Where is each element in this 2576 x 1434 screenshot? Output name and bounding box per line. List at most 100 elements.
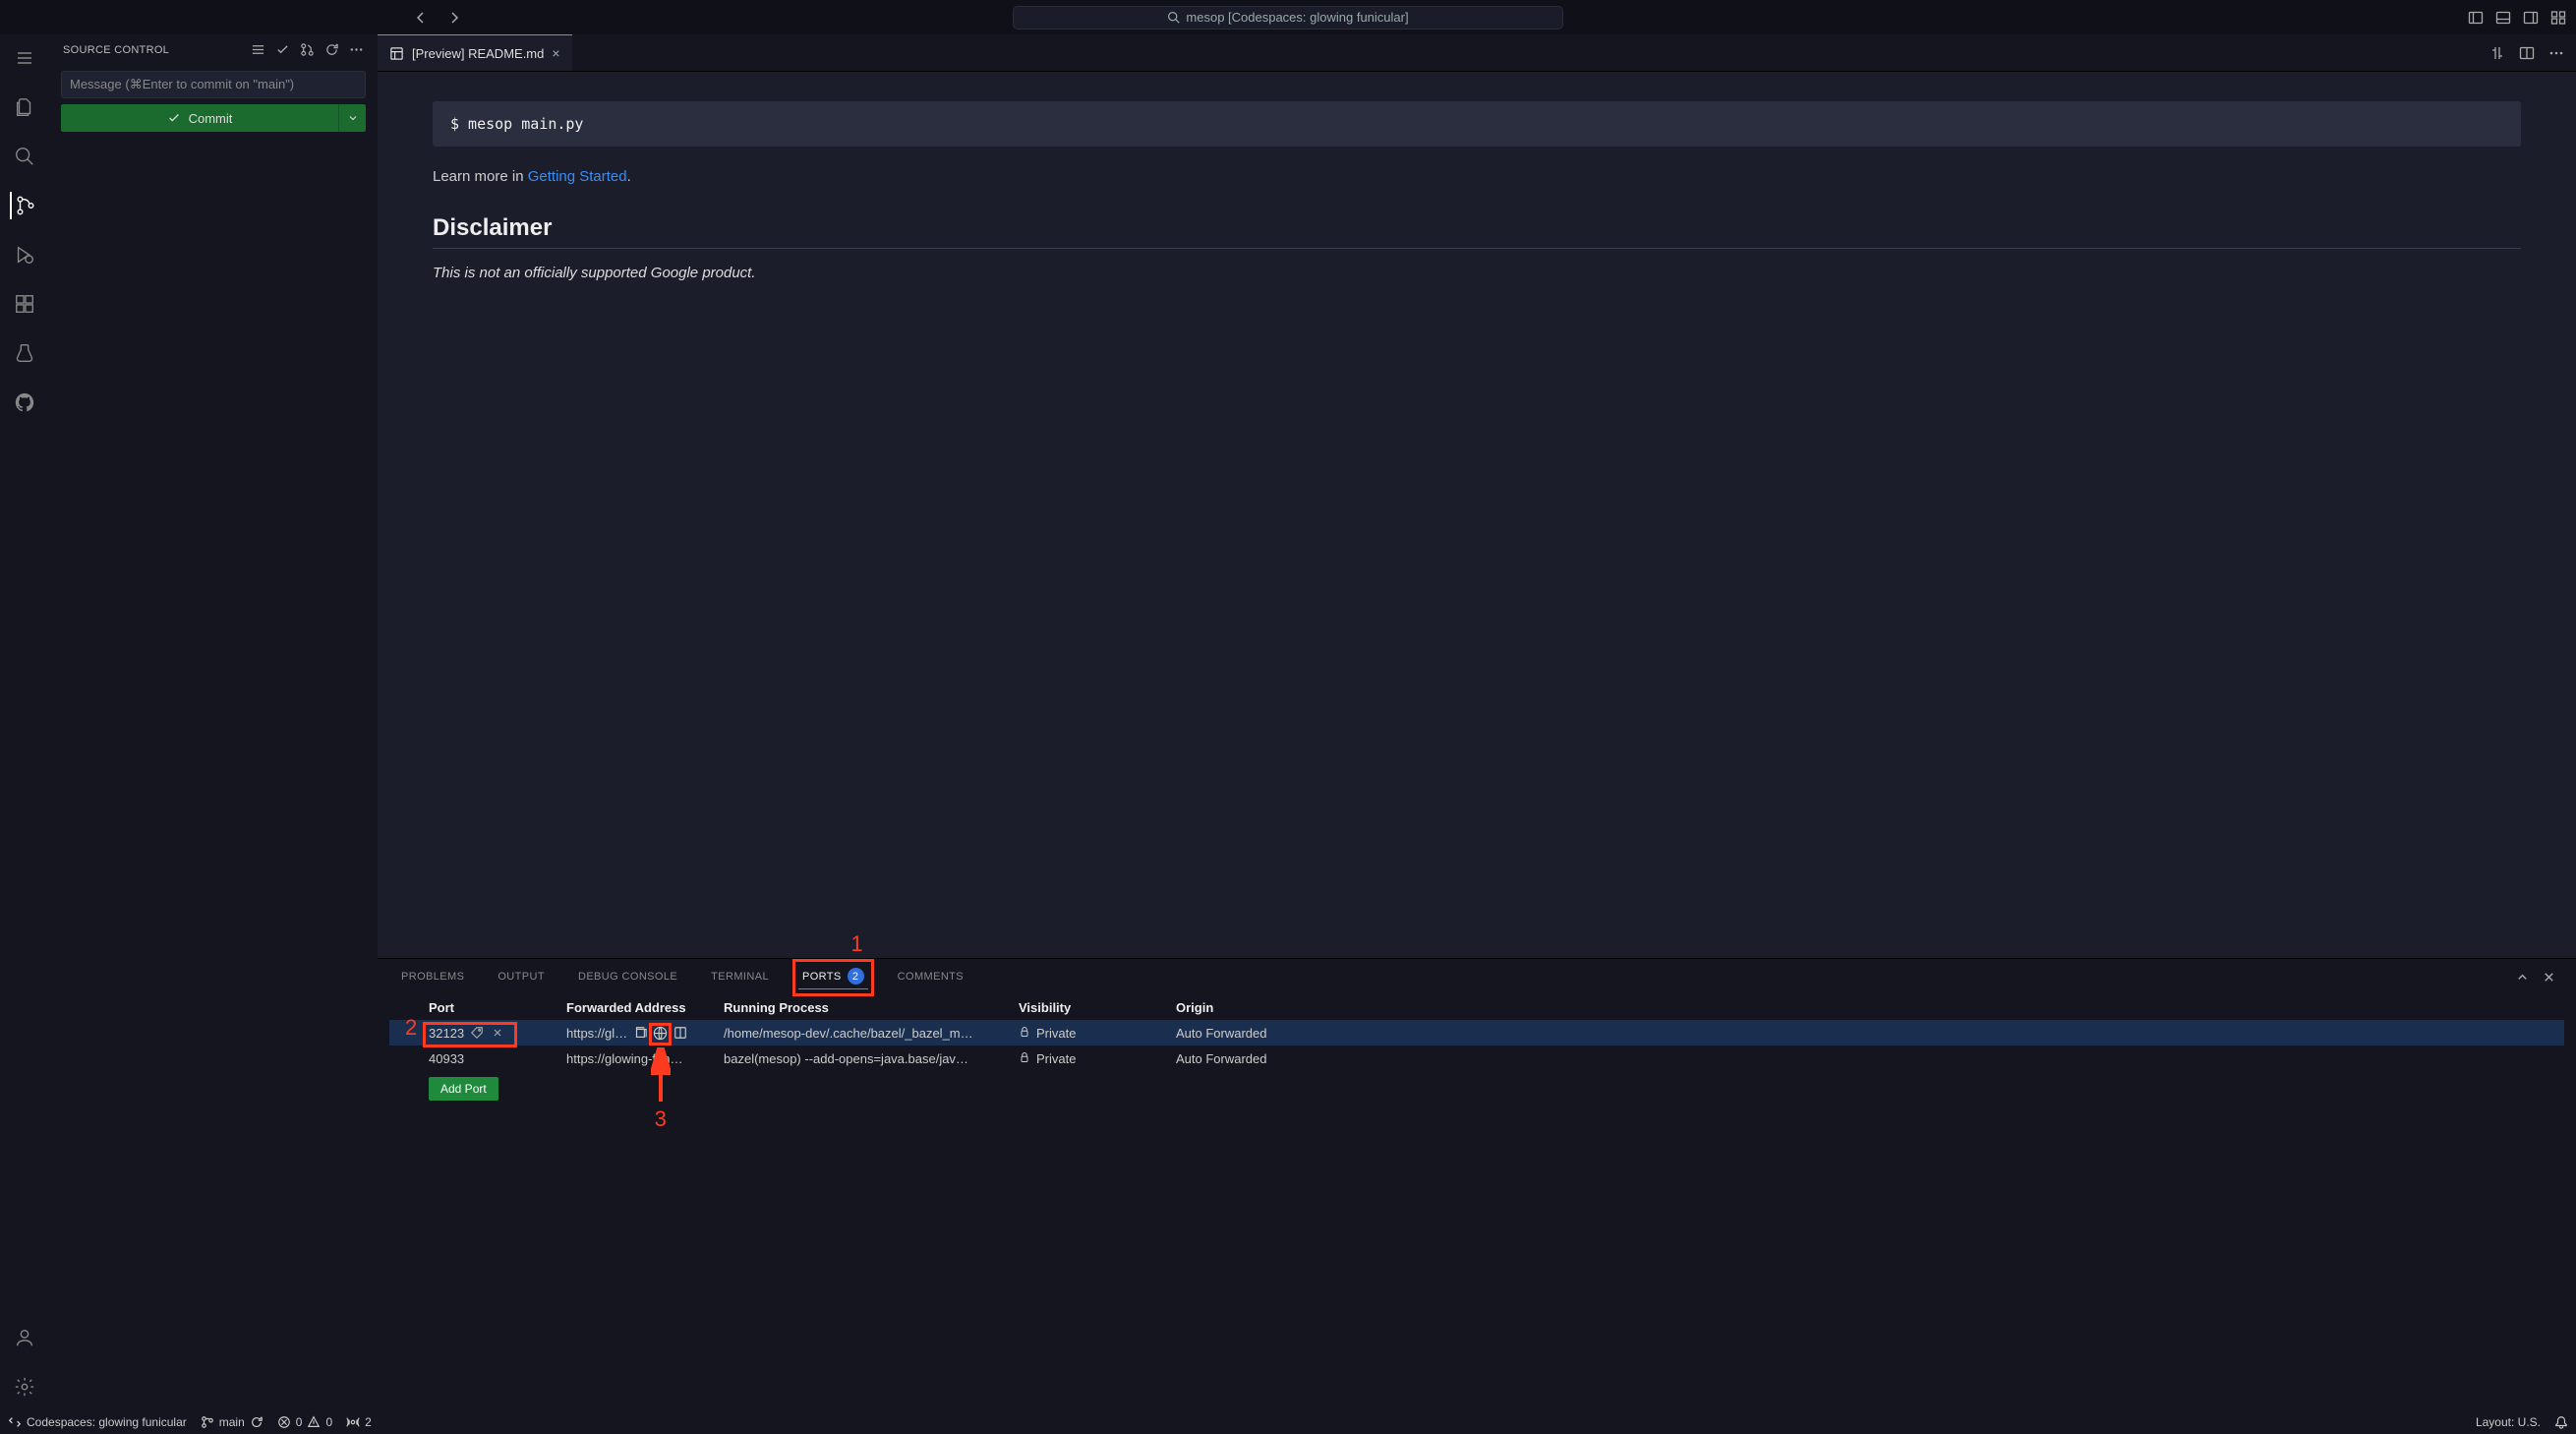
tab-ports[interactable]: PORTS 2 xyxy=(798,964,868,989)
panel-tabs: PROBLEMS OUTPUT DEBUG CONSOLE TERMINAL P… xyxy=(378,959,2576,994)
problems-status[interactable]: 0 0 xyxy=(277,1415,332,1429)
notifications-icon[interactable] xyxy=(2554,1415,2568,1429)
extensions-icon[interactable] xyxy=(11,290,38,318)
nav-back-icon[interactable] xyxy=(413,10,429,26)
code-command-text: $ mesop main.py xyxy=(450,115,583,133)
getting-started-link[interactable]: Getting Started xyxy=(528,168,627,185)
panel-close-icon[interactable] xyxy=(2542,970,2556,985)
label-port-icon[interactable] xyxy=(470,1026,484,1040)
compare-changes-icon[interactable] xyxy=(2489,45,2505,61)
layout-bottom-icon[interactable] xyxy=(2495,10,2511,26)
tab-comments[interactable]: COMMENTS xyxy=(894,967,967,986)
testing-icon[interactable] xyxy=(11,339,38,367)
editor-area: [Preview] README.md × $ mesop main.py Le… xyxy=(378,34,2576,1410)
source-control-sidebar: SOURCE CONTROL Message (⌘Enter to commit… xyxy=(49,34,378,1410)
col-running-process: Running Process xyxy=(724,1000,1019,1015)
lock-icon xyxy=(1019,1051,1030,1063)
customize-layout-icon[interactable] xyxy=(2550,10,2566,26)
create-pr-icon[interactable] xyxy=(300,42,315,57)
refresh-icon[interactable] xyxy=(324,42,339,57)
github-icon[interactable] xyxy=(11,388,38,416)
lock-icon xyxy=(1019,1026,1030,1038)
branch-name: main xyxy=(219,1415,245,1429)
command-center-text: mesop [Codespaces: glowing funicular] xyxy=(1186,10,1408,25)
source-control-icon[interactable] xyxy=(10,192,37,219)
port-number: 32123 xyxy=(429,1026,464,1041)
git-branch-status[interactable]: main xyxy=(201,1415,263,1429)
ports-row[interactable]: 32123 https://gl… /home/mesop-dev/.cache… xyxy=(389,1020,2564,1046)
forwarded-address: https://glowing-fun… xyxy=(566,1051,683,1066)
tab-readme-preview[interactable]: [Preview] README.md × xyxy=(378,34,572,71)
layout-left-icon[interactable] xyxy=(2468,10,2484,26)
more-actions-icon[interactable] xyxy=(349,42,364,57)
codespaces-label: Codespaces: glowing funicular xyxy=(27,1415,187,1429)
status-bar: Codespaces: glowing funicular main 0 0 2… xyxy=(0,1410,2576,1434)
layout-right-icon[interactable] xyxy=(2523,10,2539,26)
editor-more-icon[interactable] xyxy=(2548,45,2564,61)
ports-badge: 2 xyxy=(848,968,864,985)
col-origin: Origin xyxy=(1176,1000,1373,1015)
origin-value: Auto Forwarded xyxy=(1176,1051,1373,1066)
accounts-icon[interactable] xyxy=(11,1324,38,1351)
view-as-tree-icon[interactable] xyxy=(251,42,265,57)
learn-more-line: Learn more in Getting Started. xyxy=(433,168,2521,185)
col-port: Port xyxy=(429,1000,566,1015)
title-bar: mesop [Codespaces: glowing funicular] xyxy=(0,0,2576,34)
ports-row[interactable]: 40933 https://glowing-fun… bazel(mesop) … xyxy=(389,1046,2564,1071)
ports-count: 2 xyxy=(365,1415,372,1429)
commit-dropdown-button[interactable] xyxy=(338,104,366,132)
menu-icon[interactable] xyxy=(11,44,38,72)
tab-label: [Preview] README.md xyxy=(412,46,544,61)
commit-message-input[interactable]: Message (⌘Enter to commit on "main") xyxy=(61,71,366,98)
col-forwarded-address: Forwarded Address xyxy=(566,1000,724,1015)
tab-output[interactable]: OUTPUT xyxy=(494,967,549,986)
nav-forward-icon[interactable] xyxy=(446,10,462,26)
code-block: $ mesop main.py xyxy=(433,101,2521,147)
ports-table-header: Port Forwarded Address Running Process V… xyxy=(389,994,2564,1020)
tab-debug-console[interactable]: DEBUG CONSOLE xyxy=(574,967,681,986)
tab-close-icon[interactable]: × xyxy=(552,45,559,61)
origin-value: Auto Forwarded xyxy=(1176,1026,1373,1041)
running-process: /home/mesop-dev/.cache/bazel/_bazel_m… xyxy=(724,1026,1019,1041)
settings-gear-icon[interactable] xyxy=(11,1373,38,1401)
bottom-panel: PROBLEMS OUTPUT DEBUG CONSOLE TERMINAL P… xyxy=(378,958,2576,1410)
heading-divider xyxy=(433,248,2521,249)
search-activity-icon[interactable] xyxy=(11,143,38,170)
ports-status[interactable]: 2 xyxy=(346,1415,372,1429)
editor-tabs: [Preview] README.md × xyxy=(378,34,2576,72)
open-in-browser-icon[interactable] xyxy=(653,1026,668,1041)
preview-in-editor-icon[interactable] xyxy=(673,1026,687,1040)
command-center[interactable]: mesop [Codespaces: glowing funicular] xyxy=(1013,6,1563,30)
error-count: 0 xyxy=(296,1415,303,1429)
add-port-button[interactable]: Add Port xyxy=(429,1077,498,1101)
activity-bar xyxy=(0,34,49,1410)
commit-button[interactable]: Commit xyxy=(61,104,338,132)
commit-check-icon[interactable] xyxy=(275,42,290,57)
visibility-value: Private xyxy=(1036,1051,1076,1066)
disclaimer-text: This is not an officially supported Goog… xyxy=(433,265,2521,281)
disclaimer-heading: Disclaimer xyxy=(433,214,2521,242)
commit-button-label: Commit xyxy=(189,111,233,126)
keyboard-layout-status[interactable]: Layout: U.S. xyxy=(2476,1415,2541,1429)
split-editor-icon[interactable] xyxy=(2519,45,2535,61)
run-debug-icon[interactable] xyxy=(11,241,38,269)
copy-address-icon[interactable] xyxy=(633,1026,647,1040)
markdown-preview[interactable]: $ mesop main.py Learn more in Getting St… xyxy=(378,72,2576,958)
warning-count: 0 xyxy=(325,1415,332,1429)
port-number: 40933 xyxy=(429,1051,464,1066)
panel-maximize-icon[interactable] xyxy=(2515,970,2530,985)
running-process: bazel(mesop) --add-opens=java.base/jav… xyxy=(724,1051,1019,1066)
ports-table: Port Forwarded Address Running Process V… xyxy=(378,994,2576,1410)
tab-problems[interactable]: PROBLEMS xyxy=(397,967,468,986)
learn-prefix: Learn more in xyxy=(433,168,528,185)
col-visibility: Visibility xyxy=(1019,1000,1176,1015)
remote-indicator[interactable]: Codespaces: glowing funicular xyxy=(8,1415,187,1429)
preview-icon xyxy=(389,46,404,61)
sidebar-title: SOURCE CONTROL xyxy=(63,44,169,56)
explorer-icon[interactable] xyxy=(11,93,38,121)
commit-placeholder: Message (⌘Enter to commit on "main") xyxy=(70,77,294,92)
stop-forward-icon[interactable] xyxy=(492,1026,503,1040)
forwarded-address: https://gl… xyxy=(566,1026,627,1041)
learn-suffix: . xyxy=(627,168,631,185)
tab-terminal[interactable]: TERMINAL xyxy=(707,967,773,986)
